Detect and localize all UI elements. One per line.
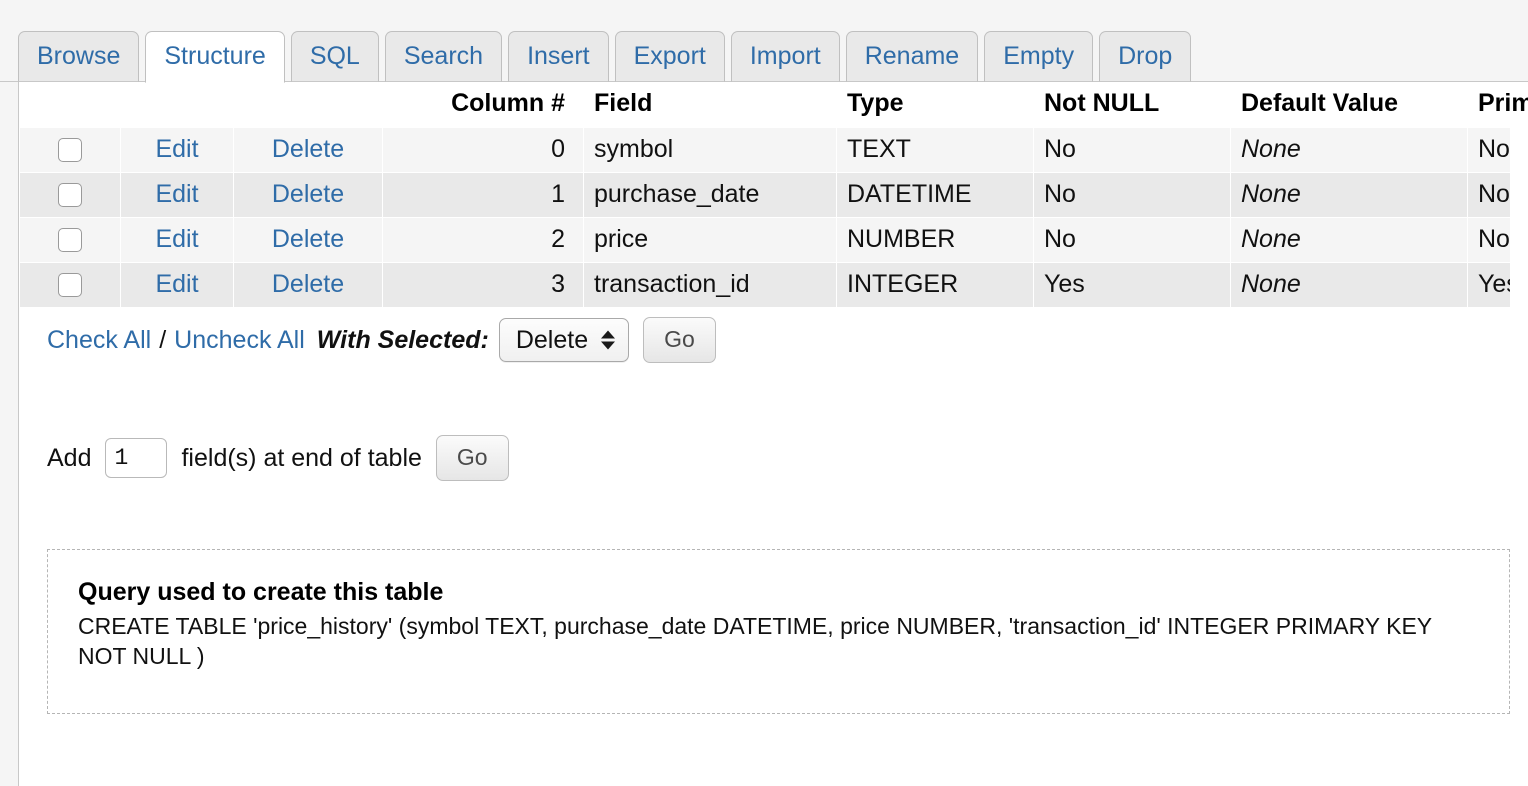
row-edit-link[interactable]: Edit	[155, 270, 198, 298]
row-checkbox-cell	[20, 128, 120, 172]
tab-browse[interactable]: Browse	[18, 31, 140, 82]
table-row: Edit Delete 3 transaction_id INTEGER Yes None Y…	[20, 263, 1510, 307]
row-edit-link[interactable]: Edit	[155, 180, 198, 208]
table-row: Edit Delete 2 price NUMBER No None No	[20, 218, 1510, 262]
row-edit-link[interactable]: Edit	[155, 135, 198, 163]
tab-bar: Browse Structure SQL Search Insert Export Impo…	[0, 0, 1528, 83]
tab-rename[interactable]: Rename	[845, 31, 979, 82]
row-edit-cell: Edit	[121, 263, 233, 307]
add-field-go-button[interactable]: Go	[435, 435, 509, 481]
uncheck-all-link[interactable]: Uncheck All	[174, 326, 305, 355]
row-delete-cell: Delete	[234, 173, 382, 217]
header-default-value: Default Value	[1241, 89, 1398, 117]
row-delete-cell: Delete	[234, 128, 382, 172]
cell-type: TEXT	[837, 128, 1033, 172]
structure-table-body: Edit Delete 0 symbol TEXT No None No Edit Delete 1…	[20, 128, 1510, 307]
cell-type: NUMBER	[837, 218, 1033, 262]
structure-content-panel: Column # Field Type Not NULL Default Val…	[18, 82, 1528, 786]
row-delete-link[interactable]: Delete	[272, 270, 344, 298]
cell-column-number: 1	[383, 173, 583, 217]
check-all-link[interactable]: Check All	[47, 326, 151, 355]
table-row: Edit Delete 1 purchase_date DATETIME No None No	[20, 173, 1510, 217]
row-checkbox-cell	[20, 218, 120, 262]
cell-default-value: None	[1231, 263, 1467, 307]
structure-table: Column # Field Type Not NULL Default Val…	[19, 82, 1528, 308]
cell-field: purchase_date	[584, 173, 836, 217]
row-select-checkbox[interactable]	[58, 138, 82, 163]
cell-not-null: Yes	[1034, 263, 1230, 307]
cell-primary-key: No	[1468, 218, 1510, 262]
row-delete-link[interactable]: Delete	[272, 180, 344, 208]
row-checkbox-cell	[20, 263, 120, 307]
links-separator: /	[159, 325, 167, 354]
tab-empty[interactable]: Empty	[984, 31, 1094, 82]
add-field-row: Add field(s) at end of table Go	[47, 435, 1528, 481]
row-edit-cell: Edit	[121, 128, 233, 172]
row-edit-cell: Edit	[121, 173, 233, 217]
add-field-count-input[interactable]	[105, 438, 168, 478]
row-delete-link[interactable]: Delete	[272, 135, 344, 163]
with-selected-action-value: Delete	[515, 325, 589, 354]
with-selected-go-button[interactable]: Go	[643, 317, 716, 363]
row-delete-cell: Delete	[234, 218, 382, 262]
cell-field: price	[584, 218, 836, 262]
structure-table-header-row: Column # Field Type Not NULL Default Val…	[20, 83, 1528, 127]
header-checkbox	[20, 83, 120, 127]
header-type: Type	[847, 89, 904, 117]
row-select-checkbox[interactable]	[58, 228, 82, 253]
tab-structure[interactable]: Structure	[145, 31, 285, 83]
add-field-suffix-label: field(s) at end of table	[181, 443, 422, 472]
page-root: Browse Structure SQL Search Insert Export Impo…	[0, 0, 1528, 786]
structure-table-head: Column # Field Type Not NULL Default Val…	[20, 83, 1528, 127]
row-checkbox-cell	[20, 173, 120, 217]
cell-column-number: 2	[383, 218, 583, 262]
header-not-null: Not NULL	[1044, 89, 1160, 117]
cell-column-number: 3	[383, 263, 583, 307]
tab-export[interactable]: Export	[614, 31, 725, 82]
header-column-number: Column #	[451, 89, 565, 117]
create-query-sql: CREATE TABLE 'price_history' (symbol TEX…	[78, 613, 1432, 669]
cell-field: symbol	[584, 128, 836, 172]
create-query-title: Query used to create this table	[78, 578, 444, 606]
cell-default-value: None	[1231, 173, 1467, 217]
row-edit-link[interactable]: Edit	[155, 225, 198, 253]
header-delete	[234, 83, 382, 127]
cell-column-number: 0	[383, 128, 583, 172]
cell-not-null: No	[1034, 218, 1230, 262]
cell-default-value: None	[1231, 218, 1467, 262]
tab-drop[interactable]: Drop	[1099, 31, 1192, 82]
row-select-checkbox[interactable]	[58, 273, 82, 298]
tab-list: Browse Structure SQL Search Insert Export Impo…	[18, 31, 1192, 83]
row-select-checkbox[interactable]	[58, 183, 82, 208]
cell-type: INTEGER	[837, 263, 1033, 307]
cell-not-null: No	[1034, 173, 1230, 217]
cell-default-value: None	[1231, 128, 1467, 172]
tab-sql[interactable]: SQL	[290, 31, 379, 82]
tab-import[interactable]: Import	[730, 31, 840, 82]
with-selected-row: Check All / Uncheck All With Selected: D…	[47, 317, 1528, 363]
cell-primary-key: Yes	[1468, 263, 1510, 307]
cell-type: DATETIME	[837, 173, 1033, 217]
with-selected-action-select[interactable]: Delete	[498, 318, 630, 362]
chevron-updown-icon	[601, 330, 616, 350]
add-field-prefix-label: Add	[47, 443, 92, 472]
header-primary-key: Primary Key	[1478, 89, 1528, 117]
row-edit-cell: Edit	[121, 218, 233, 262]
row-delete-link[interactable]: Delete	[272, 225, 344, 253]
header-edit	[121, 83, 233, 127]
row-delete-cell: Delete	[234, 263, 382, 307]
cell-primary-key: No	[1468, 173, 1510, 217]
with-selected-label: With Selected:	[316, 325, 489, 354]
create-query-box: Query used to create this table CREATE T…	[47, 549, 1510, 714]
cell-field: transaction_id	[584, 263, 836, 307]
table-row: Edit Delete 0 symbol TEXT No None No	[20, 128, 1510, 172]
cell-primary-key: No	[1468, 128, 1510, 172]
tab-insert[interactable]: Insert	[508, 31, 609, 82]
header-field: Field	[594, 89, 653, 117]
tab-search[interactable]: Search	[384, 31, 503, 82]
cell-not-null: No	[1034, 128, 1230, 172]
